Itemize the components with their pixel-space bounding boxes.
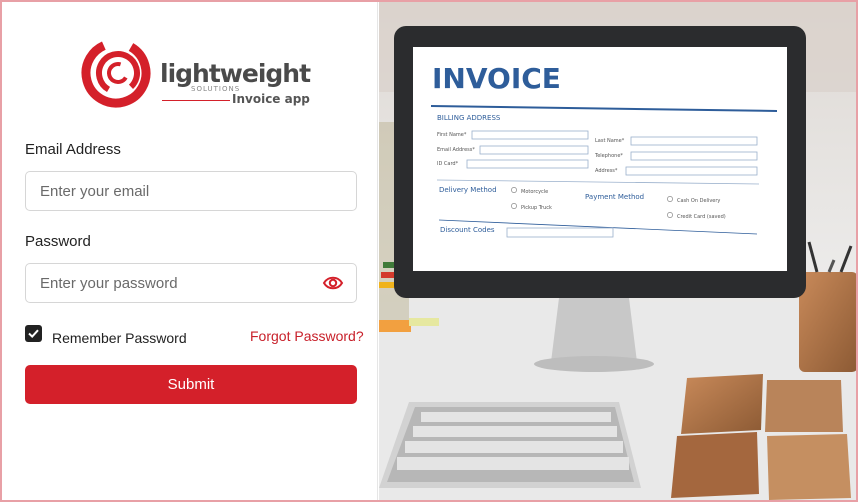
email-input[interactable] (25, 171, 357, 211)
logo-wordmark: lightweight (160, 59, 311, 88)
submit-button[interactable]: Submit (25, 365, 357, 404)
id-card-label: ID Card* (437, 161, 459, 167)
delivery-option: Motorcycle (521, 189, 548, 195)
brand-logo: lightweight SOLUTIONS Invoice app (80, 33, 311, 113)
forgot-password-link[interactable]: Forgot Password? (250, 328, 364, 344)
password-input[interactable] (25, 263, 357, 303)
checkmark-icon (28, 329, 39, 339)
delivery-method-label: Delivery Method (439, 186, 497, 194)
eye-icon[interactable] (322, 273, 344, 293)
last-name-label: Last Name* (595, 138, 625, 144)
logo-divider (162, 100, 230, 101)
remember-checkbox[interactable] (25, 325, 42, 342)
email-address-label: Email Address* (437, 147, 475, 153)
first-name-label: First Name* (437, 132, 467, 138)
login-window: lightweight SOLUTIONS Invoice app Email … (0, 2, 858, 500)
hero-photo: INVOICE BILLING ADDRESS First Name* Emai… (379, 2, 856, 500)
billing-heading: BILLING ADDRESS (437, 114, 501, 122)
payment-option: Credit Card (saved) (677, 214, 726, 220)
telephone-label: Telephone* (594, 153, 623, 159)
remember-label: Remember Password (52, 330, 187, 346)
payment-option: Cash On Delivery (677, 198, 720, 204)
desk-photo-illustration: INVOICE BILLING ADDRESS First Name* Emai… (379, 2, 856, 500)
app-name: Invoice app (232, 92, 310, 106)
logo-swirl-icon (81, 38, 151, 108)
discount-codes-label: Discount Codes (440, 226, 495, 234)
email-label: Email Address (25, 141, 121, 158)
invoice-title: INVOICE (432, 62, 561, 95)
delivery-option: Pickup Truck (521, 205, 552, 211)
login-panel: lightweight SOLUTIONS Invoice app Email … (2, 2, 378, 500)
payment-method-label: Payment Method (585, 193, 644, 201)
password-label: Password (25, 233, 91, 250)
address-label: Address* (595, 168, 618, 174)
